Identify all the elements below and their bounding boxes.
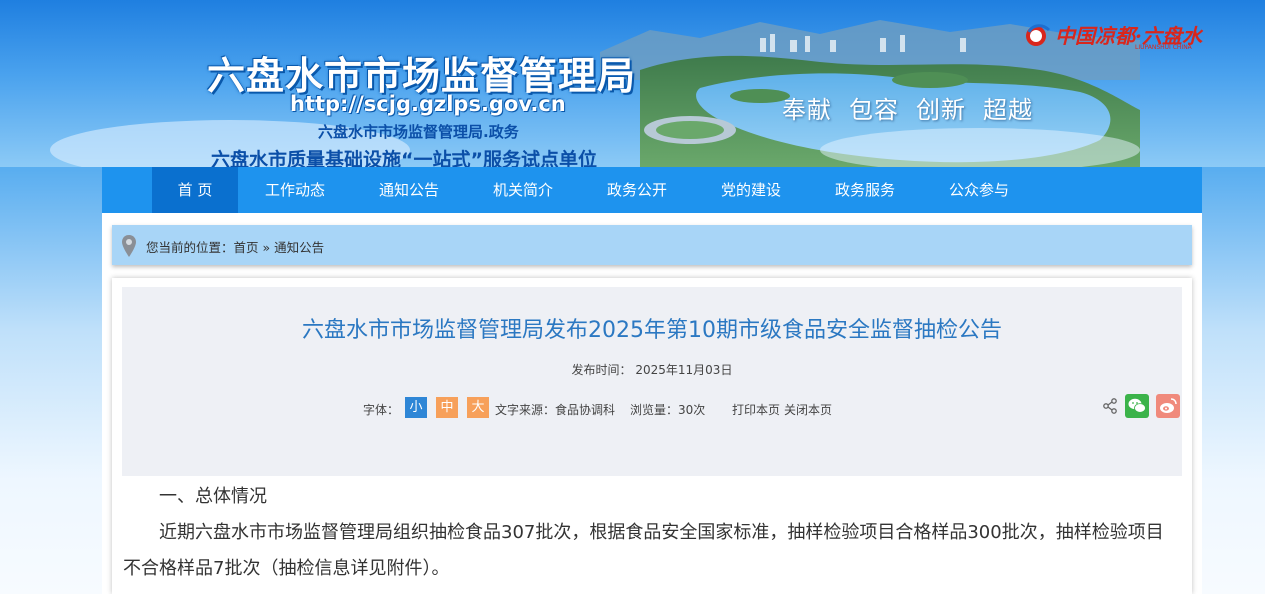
city-logo-en: LIUPANSHUI CHINA	[1135, 44, 1192, 51]
wechat-share-icon[interactable]	[1125, 394, 1149, 418]
publish-time: 发布时间： 2025年11月03日	[571, 363, 733, 377]
breadcrumb-home-link[interactable]: 首页	[234, 240, 259, 255]
breadcrumb-text: 您当前的位置：首页 » 通知公告	[146, 237, 324, 256]
weibo-glyph-icon	[1160, 398, 1177, 413]
nav-item-gov-services[interactable]: 政务服务	[822, 167, 908, 213]
breadcrumb-current-link[interactable]: 通知公告	[274, 240, 324, 255]
nav-item-notices[interactable]: 通知公告	[366, 167, 452, 213]
share-icon[interactable]	[1102, 398, 1118, 414]
font-large-button[interactable]: 大	[467, 397, 489, 418]
nav-item-public-participation[interactable]: 公众参与	[936, 167, 1022, 213]
close-page-link[interactable]: 关闭本页	[784, 401, 832, 418]
city-logo: 中国凉都·六盘水 LIUPANSHUI CHINA	[1023, 20, 1203, 54]
slogan-word: 包容	[849, 96, 899, 124]
city-logo-mark-icon	[1026, 24, 1051, 46]
font-medium-button[interactable]: 中	[436, 397, 458, 418]
site-subtitle-pilot: 六盘水市质量基础设施“一站式”服务试点单位	[211, 149, 597, 167]
breadcrumb-separator: »	[258, 240, 275, 255]
nav-item-about[interactable]: 机关简介	[480, 167, 566, 213]
site-url: http://scjg.gzlps.gov.cn	[290, 92, 566, 116]
font-small-button[interactable]: 小	[405, 397, 427, 418]
weibo-share-icon[interactable]	[1156, 394, 1180, 418]
nav-item-work-news[interactable]: 工作动态	[252, 167, 338, 213]
slogan-word: 奉献	[782, 96, 832, 124]
article-source: 文字来源：食品协调科	[495, 403, 616, 417]
slogan-word: 超越	[983, 96, 1033, 124]
breadcrumb-prefix: 您当前的位置：	[146, 240, 234, 255]
article-paragraph: 近期六盘水市市场监督管理局组织抽检食品307批次，根据食品安全国家标准，抽样检验…	[123, 522, 1164, 579]
site-subtitle: 六盘水市市场监督管理局.政务	[318, 123, 519, 141]
header-banner: 六盘水市市场监督管理局 http://scjg.gzlps.gov.cn 六盘水…	[0, 0, 1265, 167]
slogan: 奉献 包容 创新 超越	[782, 90, 1050, 125]
font-size-label: 字体：	[363, 403, 400, 417]
print-page-link[interactable]: 打印本页	[732, 401, 780, 418]
article-views: 浏览量：30次	[630, 403, 706, 417]
main-nav: 首 页 工作动态 通知公告 机关简介 政务公开 党的建设 政务服务 公众参与	[102, 167, 1202, 213]
nav-item-gov-affairs[interactable]: 政务公开	[594, 167, 680, 213]
wechat-glyph-icon	[1128, 398, 1146, 413]
nav-item-home[interactable]: 首 页	[152, 167, 238, 213]
breadcrumb: 您当前的位置：首页 » 通知公告	[112, 225, 1192, 265]
article-title: 六盘水市市场监督管理局发布2025年第10期市级食品安全监督抽检公告	[302, 318, 1002, 343]
location-pin-icon	[122, 235, 136, 257]
article-paragraph: 一、总体情况	[159, 486, 267, 507]
article-header: 六盘水市市场监督管理局发布2025年第10期市级食品安全监督抽检公告 发布时间：…	[122, 287, 1182, 476]
nav-item-party-building[interactable]: 党的建设	[708, 167, 794, 213]
slogan-word: 创新	[916, 96, 966, 124]
